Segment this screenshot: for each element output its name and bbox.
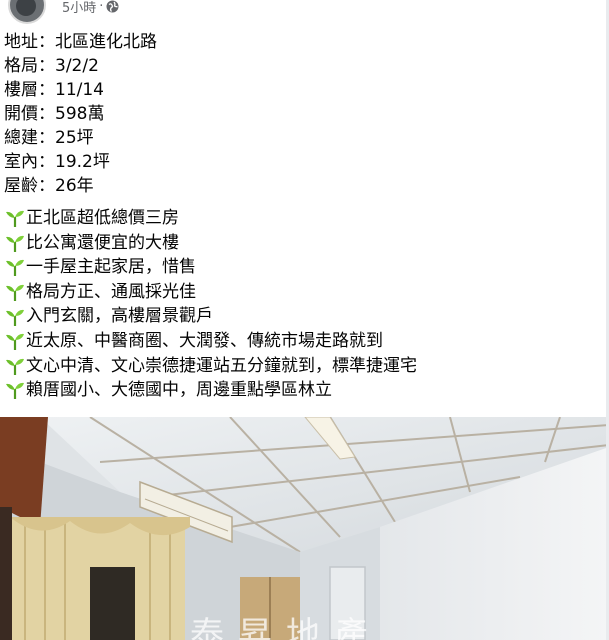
highlight-text: 近太原、中醫商圈、大潤發、傳統市場走路就到 [26, 330, 383, 351]
post-body: 地址：北區進化北路 格局：3/2/2 樓層：11/14 開價：598萬 總建：25坪 室內… [4, 30, 604, 403]
listing-detail-line: 樓層：11/14 [4, 80, 104, 100]
highlight-item: 賴厝國小、大德國中，周邊重點學區林立 [4, 378, 604, 403]
listing-detail-line: 地址：北區進化北路 [4, 32, 157, 52]
listing-detail-line: 格局：3/2/2 [4, 56, 99, 76]
highlight-item: 文心中清、文心崇德捷運站五分鐘就到，標準捷運宅 [4, 354, 604, 379]
highlight-item: 正北區超低總價三房 [4, 206, 604, 231]
seedling-icon [4, 208, 26, 228]
highlight-item: 格局方正、通風採光佳 [4, 280, 604, 305]
author-avatar[interactable] [8, 0, 46, 24]
highlight-text: 一手屋主起家居，惜售 [26, 257, 196, 278]
seedling-icon [4, 233, 26, 253]
listing-highlights: 正北區超低總價三房 比公寓還便宜的大樓 一手屋主起家居，惜售 格局方正、通風採光佳 入門… [4, 206, 604, 403]
highlight-text: 比公寓還便宜的大樓 [26, 232, 179, 253]
post-meta: 5小時 · [62, 0, 119, 16]
listing-detail-line: 室內：19.2坪 [4, 152, 110, 172]
highlight-text: 文心中清、文心崇德捷運站五分鐘就到，標準捷運宅 [26, 355, 417, 376]
facebook-post: 5小時 · 地址：北區進化北路 格局：3/2/2 樓層：11/14 開價：598萬 總建… [0, 0, 609, 640]
listing-details: 地址：北區進化北路 格局：3/2/2 樓層：11/14 開價：598萬 總建：25坪 室內… [4, 30, 604, 198]
seedling-icon [4, 307, 26, 327]
seedling-icon [4, 331, 26, 351]
listing-photo[interactable]: 泰昇地產 [0, 417, 609, 640]
seedling-icon [4, 257, 26, 277]
meta-separator: · [99, 0, 104, 14]
post-timestamp[interactable]: 5小時 [62, 0, 96, 16]
listing-detail-line: 開價：598萬 [4, 104, 105, 124]
highlight-item: 一手屋主起家居，惜售 [4, 255, 604, 280]
seedling-icon [4, 282, 26, 302]
highlight-text: 格局方正、通風採光佳 [26, 281, 196, 302]
highlight-text: 正北區超低總價三房 [26, 208, 179, 228]
photo-watermark: 泰昇地產 [190, 615, 382, 640]
globe-icon[interactable] [106, 0, 119, 13]
listing-detail-line: 屋齡：26年 [4, 176, 94, 196]
seedling-icon [4, 356, 26, 376]
highlight-text: 入門玄關，高樓層景觀戶 [26, 306, 213, 327]
highlight-item: 比公寓還便宜的大樓 [4, 231, 604, 256]
seedling-icon [4, 380, 26, 400]
highlight-item: 近太原、中醫商圈、大潤發、傳統市場走路就到 [4, 329, 604, 354]
highlight-text: 賴厝國小、大德國中，周邊重點學區林立 [26, 380, 332, 401]
highlight-item: 入門玄關，高樓層景觀戶 [4, 304, 604, 329]
listing-detail-line: 總建：25坪 [4, 128, 94, 148]
post-header: 5小時 · [0, 0, 609, 24]
